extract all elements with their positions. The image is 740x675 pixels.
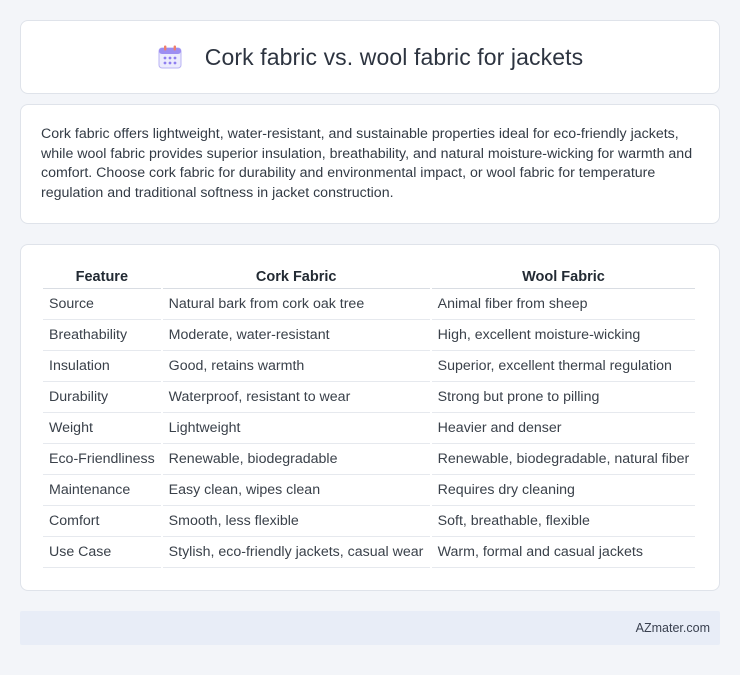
table-row: Breathability Moderate, water-resistant …	[43, 320, 696, 351]
cell-wool: Superior, excellent thermal regulation	[431, 351, 696, 382]
cell-cork: Good, retains warmth	[162, 351, 430, 382]
summary-text: Cork fabric offers lightweight, water-re…	[41, 126, 693, 201]
table-card: Feature Cork Fabric Wool Fabric Source N…	[20, 244, 720, 591]
cell-wool: Requires dry cleaning	[431, 475, 696, 506]
footer-bar: AZmater.com	[20, 611, 720, 645]
cell-feature: Breathability	[43, 320, 161, 351]
cell-wool: Renewable, biodegradable, natural fiber	[431, 444, 696, 475]
cell-cork: Waterproof, resistant to wear	[162, 382, 430, 413]
cell-wool: Heavier and denser	[431, 413, 696, 444]
cell-feature: Maintenance	[43, 475, 161, 506]
cell-cork: Easy clean, wipes clean	[162, 475, 430, 506]
cell-cork: Smooth, less flexible	[162, 506, 430, 537]
page-title: Cork fabric vs. wool fabric for jackets	[204, 43, 584, 70]
cell-feature: Insulation	[43, 351, 161, 382]
table-row: Insulation Good, retains warmth Superior…	[43, 351, 696, 382]
title-card: Cork fabric vs. wool fabric for jackets	[20, 20, 720, 94]
table-row: Maintenance Easy clean, wipes clean Requ…	[43, 475, 696, 506]
table-row: Durability Waterproof, resistant to wear…	[43, 382, 696, 413]
cell-wool: Strong but prone to pilling	[431, 382, 696, 413]
cell-cork: Renewable, biodegradable	[162, 444, 430, 475]
table-row: Source Natural bark from cork oak tree A…	[43, 289, 696, 320]
header-feature: Feature	[43, 265, 161, 289]
cell-feature: Use Case	[43, 537, 161, 568]
cell-cork: Moderate, water-resistant	[162, 320, 430, 351]
header-wool: Wool Fabric	[431, 265, 696, 289]
cell-cork: Lightweight	[162, 413, 430, 444]
cell-feature: Eco-Friendliness	[43, 444, 161, 475]
header-cork: Cork Fabric	[162, 265, 430, 289]
cell-wool: Soft, breathable, flexible	[431, 506, 696, 537]
table-header-row: Feature Cork Fabric Wool Fabric	[43, 265, 696, 289]
calendar-icon	[158, 45, 182, 69]
cell-wool: Animal fiber from sheep	[431, 289, 696, 320]
table-row: Weight Lightweight Heavier and denser	[43, 413, 696, 444]
cell-wool: Warm, formal and casual jackets	[431, 537, 696, 568]
cell-feature: Comfort	[43, 506, 161, 537]
cell-feature: Source	[43, 289, 161, 320]
summary-card: Cork fabric offers lightweight, water-re…	[20, 104, 720, 224]
table-row: Use Case Stylish, eco-friendly jackets, …	[43, 537, 696, 568]
title-wrap: Cork fabric vs. wool fabric for jackets	[157, 44, 583, 71]
cell-cork: Stylish, eco-friendly jackets, casual we…	[162, 537, 430, 568]
table-row: Comfort Smooth, less flexible Soft, brea…	[43, 506, 696, 537]
cell-feature: Durability	[43, 382, 161, 413]
cell-wool: High, excellent moisture-wicking	[431, 320, 696, 351]
cell-feature: Weight	[43, 413, 161, 444]
comparison-table: Feature Cork Fabric Wool Fabric Source N…	[41, 265, 697, 568]
table-row: Eco-Friendliness Renewable, biodegradabl…	[43, 444, 696, 475]
footer-brand[interactable]: AZmater.com	[636, 621, 710, 635]
cell-cork: Natural bark from cork oak tree	[162, 289, 430, 320]
